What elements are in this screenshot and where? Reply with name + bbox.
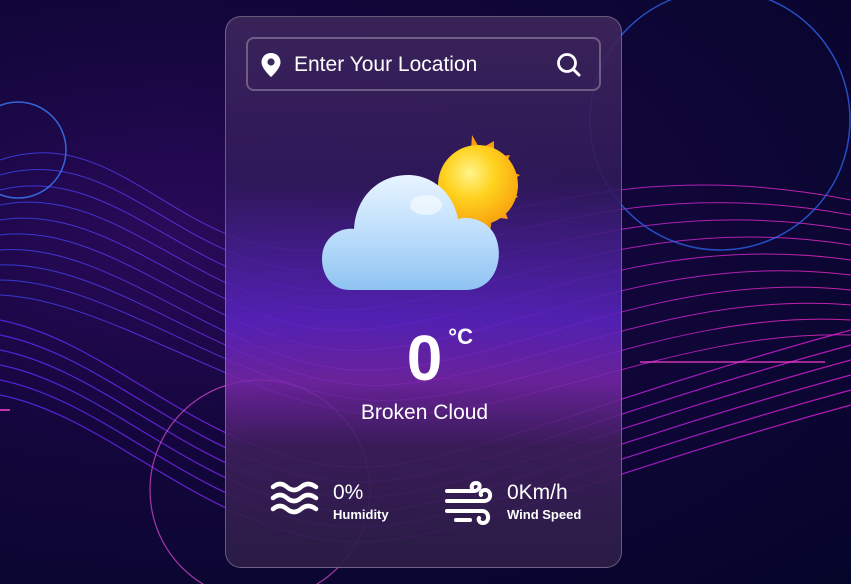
humidity-stat: 0% Humidity (270, 479, 430, 525)
map-pin-icon (261, 53, 281, 77)
search-button[interactable] (554, 50, 584, 80)
weather-card: 0 °C Broken Cloud 0% Humidity (225, 16, 622, 568)
humidity-label: Humidity (333, 507, 389, 522)
wind-stat: 0Km/h Wind Speed (444, 479, 614, 526)
app-background: 0 °C Broken Cloud 0% Humidity (0, 0, 851, 584)
search-icon (557, 53, 581, 77)
temperature-value: 0 (406, 322, 443, 394)
location-search-input[interactable] (292, 47, 551, 83)
wind-icon (445, 481, 493, 526)
search-box (246, 37, 601, 91)
waves-icon (270, 481, 319, 515)
wind-speed-value: 0Km/h (507, 481, 568, 504)
weather-description: Broken Cloud (360, 401, 489, 424)
humidity-value: 0% (333, 481, 364, 504)
temperature-unit: °C (448, 324, 473, 349)
wind-speed-label: Wind Speed (507, 507, 582, 522)
temperature-display: 0 °C (226, 322, 621, 394)
cloud-sun-icon (322, 135, 520, 290)
